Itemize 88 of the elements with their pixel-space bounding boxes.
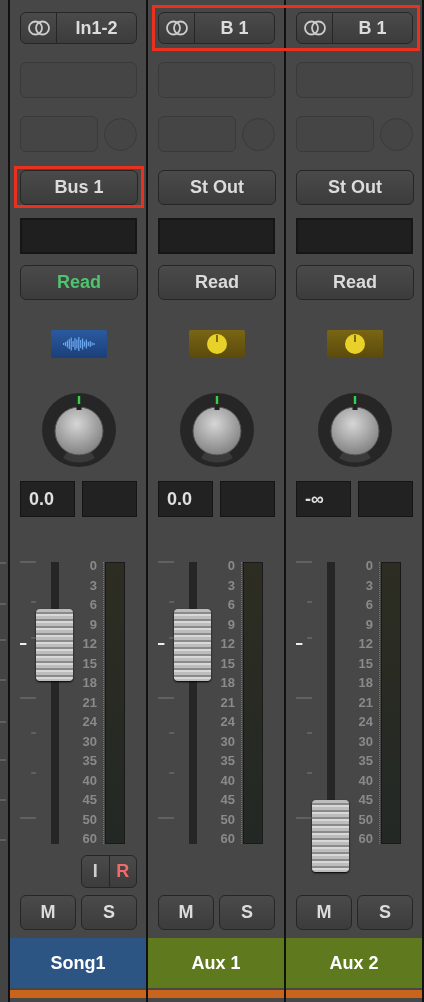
fader-thumb[interactable] [36,608,73,681]
meter-scale-label: 3 [365,579,373,592]
meter-scale-label: 18 [358,677,373,689]
meter-scale-label: 9 [365,618,373,631]
meter-scale-label: 45 [220,794,235,806]
meter-scale-label: 30 [358,735,373,748]
pan-readout[interactable] [82,481,137,517]
pan-knob[interactable] [316,392,393,468]
meter-scale-label: 21 [82,696,97,709]
pan-readout[interactable] [220,481,275,517]
stereo-link-icon [164,20,189,36]
mute-button[interactable]: M [296,895,352,930]
volume-readout[interactable]: 0.0 [158,481,213,517]
stereo-link-icon [26,20,51,36]
pan-knob[interactable] [178,392,255,468]
input-monitor-button[interactable]: I [82,856,109,887]
meter-scale-label: 0 [227,560,235,572]
meter-scale-label: 18 [82,677,97,689]
track-name[interactable]: Aux 1 [148,938,284,988]
meter-scale-label: 12 [220,638,235,650]
meter-scale-label: 15 [220,657,235,670]
meter-scale-label: 40 [220,774,235,787]
meter-scale-label: 45 [358,794,373,806]
automation-button[interactable]: Read [20,265,138,300]
volume-readout[interactable]: 0.0 [20,481,75,517]
group-slot[interactable] [158,218,275,254]
group-slot[interactable] [20,218,137,254]
group-slot[interactable] [296,218,413,254]
meter-scale-label: 0 [365,560,373,572]
meter-scale-label: 15 [82,657,97,670]
meter-scale-label: 60 [82,833,97,845]
meter-scale-label: 24 [220,716,235,728]
meter-scale-label: 45 [82,794,97,806]
output-button[interactable]: Bus 1 [20,170,138,205]
meter-scale-label: 40 [82,774,97,787]
pan-knob[interactable] [40,392,117,468]
pan-readout[interactable] [358,481,413,517]
meter-scale-label: 40 [358,774,373,787]
meter-scale-label: 35 [82,755,97,767]
fader-thumb[interactable] [174,608,211,681]
input-label: In1-2 [74,16,119,40]
output-button[interactable]: St Out [296,170,414,205]
meter-scale-label: 0 [89,560,97,572]
solo-button[interactable]: S [357,895,413,930]
meter-scale-label: 30 [220,735,235,748]
meter-scale-label: 12 [358,638,373,650]
automation-button[interactable]: Read [296,265,414,300]
waveform-icon[interactable] [50,330,107,358]
fader-thumb[interactable] [312,800,349,873]
input-button[interactable]: B 1 [158,12,275,44]
meter-scale-label: 12 [82,638,97,650]
output-button[interactable]: St Out [158,170,276,205]
meter-scale-label: 60 [220,833,235,845]
meter-scale-label: 21 [358,696,373,709]
input-label: B 1 [357,16,388,40]
track-name[interactable]: Song1 [10,938,146,988]
knob-icon[interactable] [326,330,383,358]
stereo-link-icon [302,20,327,36]
meter-scale-label: 35 [358,755,373,767]
knob-icon[interactable] [188,330,245,358]
meter-scale-label: 15 [358,657,373,670]
meter-scale-label: 30 [82,735,97,748]
meter-scale-label: 24 [82,716,97,728]
automation-button[interactable]: Read [158,265,276,300]
meter-scale-label: 9 [227,618,235,631]
input-button[interactable]: In1-2 [20,12,137,44]
meter-scale-label: 50 [82,813,97,826]
meter-scale-label: 50 [358,813,373,826]
meter-scale-label: 50 [220,813,235,826]
meter-scale-label: 3 [227,579,235,592]
meter-scale-label: 60 [358,833,373,845]
track-name[interactable]: Aux 2 [286,938,422,988]
volume-readout[interactable]: -∞ [296,481,351,517]
meter-scale-label: 6 [89,599,97,611]
meter-scale-label: 24 [358,716,373,728]
meter-scale-label: 6 [365,599,373,611]
meter-scale-label: 9 [89,618,97,631]
mute-button[interactable]: M [158,895,214,930]
input-button[interactable]: B 1 [296,12,413,44]
meter-scale-label: 6 [227,599,235,611]
mute-button[interactable]: M [20,895,76,930]
meter-scale-label: 18 [220,677,235,689]
input-label: B 1 [219,16,250,40]
solo-button[interactable]: S [81,895,137,930]
meter-scale-label: 3 [89,579,97,592]
meter-scale-label: 21 [220,696,235,709]
meter-scale-label: 35 [220,755,235,767]
solo-button[interactable]: S [219,895,275,930]
